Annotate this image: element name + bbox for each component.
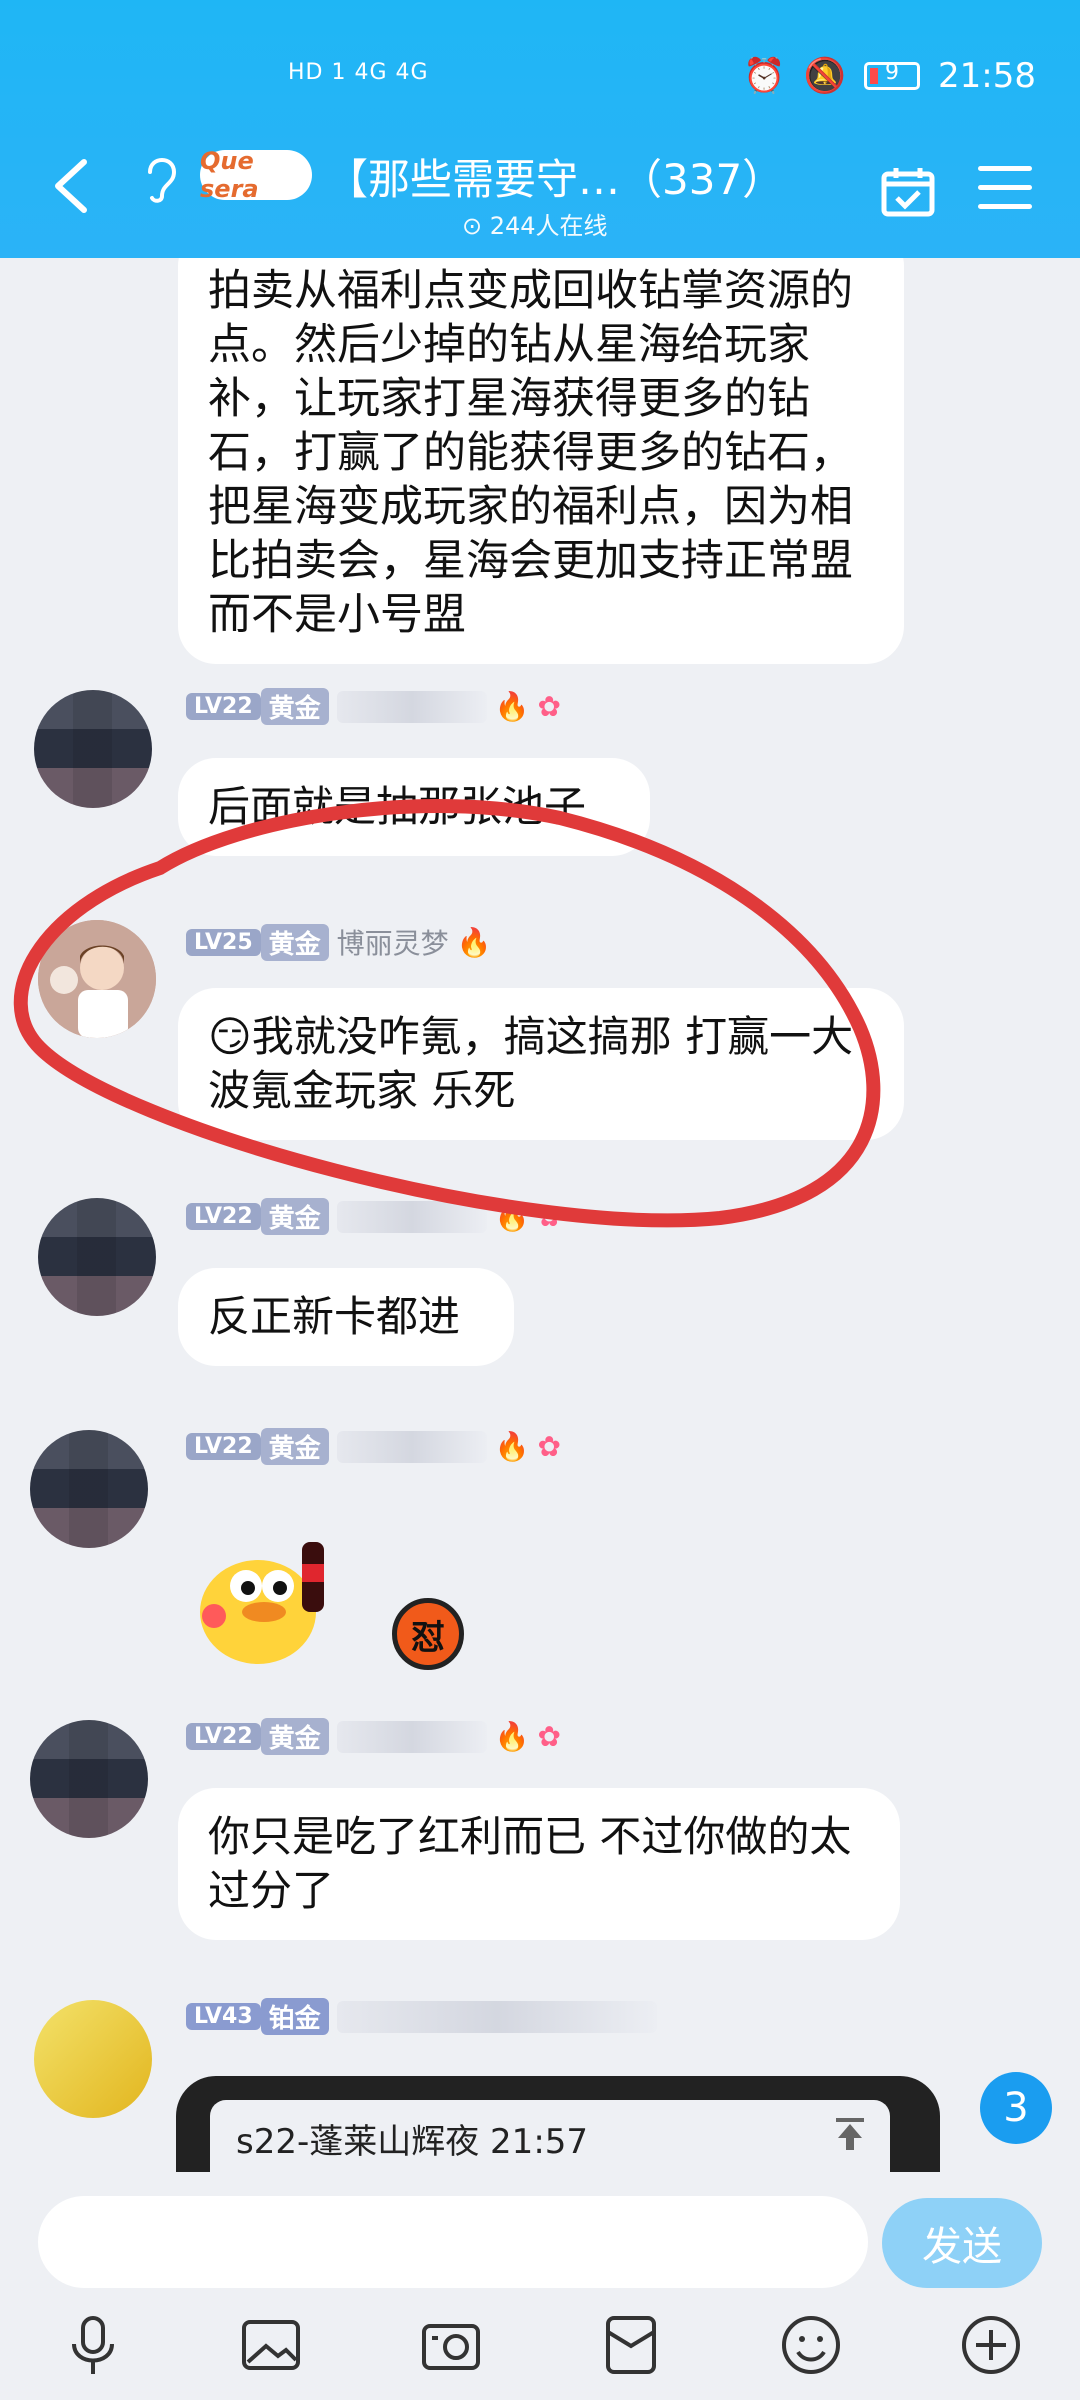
level-badge: LV22 xyxy=(186,1723,261,1750)
battery-icon: 9 xyxy=(864,60,921,90)
top-bar: HD 1 4G 4G ⏰ 🔕 9 21:58 Que sera 【那些需要守…（… xyxy=(0,0,1080,258)
message-bubble[interactable]: 后面就是抽那张池子 xyxy=(178,758,650,856)
message-text: 我就没咋氪，搞这搞那 打赢一大波氪金玩家 乐死 xyxy=(208,1012,854,1115)
unread-badge[interactable]: 3 xyxy=(980,2072,1052,2144)
camera-icon[interactable] xyxy=(416,2310,486,2380)
menu-icon[interactable] xyxy=(978,166,1032,212)
avatar[interactable] xyxy=(38,920,156,1038)
message-text: 你只是吃了红利而已 不过你做的太过分了 xyxy=(208,1812,852,1915)
group-title[interactable]: 【那些需要守…（337） xyxy=(326,146,784,207)
sticker-stamp: 怼 xyxy=(392,1598,464,1670)
status-right: ⏰ 🔕 9 21:58 xyxy=(743,56,1036,96)
level-badge: LV25 xyxy=(186,928,261,956)
toolbar xyxy=(0,2300,1080,2390)
ear-icon[interactable] xyxy=(140,150,180,206)
avatar[interactable] xyxy=(38,1198,156,1316)
online-count: ⊙ 244人在线 xyxy=(462,206,608,241)
sender-name-blurred xyxy=(336,1200,487,1233)
back-icon[interactable] xyxy=(48,156,92,216)
rank-badge: 黄金 xyxy=(260,1198,329,1235)
level-badge: LV22 xyxy=(186,1433,261,1460)
flame-icon: 🔥 xyxy=(494,1720,530,1753)
clock: 21:58 xyxy=(938,56,1036,96)
flame-icon: 🔥 xyxy=(494,690,530,723)
message-text: 拍卖从福利点变成回收钻掌资源的点。然后少掉的钻从星海给玩家补，让玩家打星海获得更… xyxy=(208,266,853,640)
message-bubble[interactable]: 反正新卡都进 xyxy=(178,1268,514,1366)
flame-icon: 🔥 xyxy=(494,1430,530,1463)
sender-meta: LV43 铂金 xyxy=(186,1998,657,2035)
message-bubble[interactable]: 😏我就没咋氪，搞这搞那 打赢一大波氪金玩家 乐死 xyxy=(178,988,904,1140)
group-logo: Que sera xyxy=(200,147,312,203)
pin-top-icon[interactable] xyxy=(832,2116,868,2152)
calendar-check-icon[interactable] xyxy=(880,166,936,218)
status-bar: HD 1 4G 4G ⏰ 🔕 9 21:58 xyxy=(0,52,1080,108)
pinned-text: s22-蓬莱山辉夜 21:57 xyxy=(236,2122,589,2162)
pinned-message[interactable]: s22-蓬莱山辉夜 21:57 xyxy=(210,2100,890,2172)
rank-badge: 铂金 xyxy=(260,1998,329,2035)
sender-name-blurred xyxy=(336,690,487,723)
level-badge: LV22 xyxy=(186,693,261,720)
avatar[interactable] xyxy=(30,1430,148,1548)
sender-meta: LV25 黄金 博丽灵梦 🔥 xyxy=(186,922,492,962)
avatar[interactable] xyxy=(34,2000,152,2118)
chat-header: Que sera 【那些需要守…（337） ⊙ 244人在线 xyxy=(0,140,1080,240)
red-packet-icon[interactable] xyxy=(596,2310,666,2380)
sender-meta: LV22 黄金 🔥 ✿ xyxy=(186,1198,561,1235)
flower-icon: ✿ xyxy=(537,1200,561,1233)
level-badge: LV22 xyxy=(186,1203,261,1230)
duck-sticker[interactable] xyxy=(186,1520,336,1670)
rank-badge: 黄金 xyxy=(260,1718,329,1755)
sender-meta: LV22 黄金 🔥 ✿ xyxy=(186,1428,561,1465)
level-badge: LV43 xyxy=(186,2003,261,2030)
rank-badge: 黄金 xyxy=(260,1428,329,1465)
alarm-icon: ⏰ xyxy=(743,56,786,96)
flame-icon: 🔥 xyxy=(494,1200,530,1233)
message-list[interactable]: 拍卖从福利点变成回收钻掌资源的点。然后少掉的钻从星海给玩家补，让玩家打星海获得更… xyxy=(0,258,1080,2172)
message-bubble[interactable]: 拍卖从福利点变成回收钻掌资源的点。然后少掉的钻从星海给玩家补，让玩家打星海获得更… xyxy=(178,258,904,664)
message-text: 反正新卡都进 xyxy=(208,1292,461,1341)
image-icon[interactable] xyxy=(236,2310,306,2380)
flower-icon: ✿ xyxy=(537,690,561,723)
flower-icon: ✿ xyxy=(537,1720,561,1753)
smirk-emoji-icon: 😏 xyxy=(208,1012,252,1061)
network-indicator: HD 1 4G 4G xyxy=(288,60,429,85)
network-text: HD 1 4G 4G xyxy=(288,60,429,85)
flower-icon: ✿ xyxy=(537,1430,561,1463)
sender-meta: LV22 黄金 🔥 ✿ xyxy=(186,688,561,725)
rank-badge: 黄金 xyxy=(260,923,329,961)
input-bar: 发送 xyxy=(0,2172,1080,2400)
avatar[interactable] xyxy=(34,690,152,808)
online-text: 244人在线 xyxy=(489,212,608,240)
sender-name[interactable]: 博丽灵梦 xyxy=(337,922,449,962)
sender-name-blurred xyxy=(336,1430,487,1463)
emoji-icon[interactable] xyxy=(776,2310,846,2380)
flame-icon: 🔥 xyxy=(456,925,492,959)
message-input[interactable] xyxy=(38,2196,868,2288)
rank-badge: 黄金 xyxy=(260,688,329,725)
sender-meta: LV22 黄金 🔥 ✿ xyxy=(186,1718,561,1755)
avatar-illustration xyxy=(38,920,156,1038)
online-icon: ⊙ xyxy=(462,212,483,240)
sender-name-blurred xyxy=(336,1720,487,1753)
mute-icon: 🔕 xyxy=(803,56,847,96)
send-button[interactable]: 发送 xyxy=(882,2198,1042,2288)
microphone-icon[interactable] xyxy=(58,2310,128,2380)
plus-icon[interactable] xyxy=(956,2310,1026,2380)
sender-name-blurred xyxy=(336,2000,657,2033)
message-text: 后面就是抽那张池子 xyxy=(208,782,587,831)
battery-level: 9 xyxy=(885,60,900,85)
message-bubble[interactable]: 你只是吃了红利而已 不过你做的太过分了 xyxy=(178,1788,900,1940)
avatar[interactable] xyxy=(30,1720,148,1838)
